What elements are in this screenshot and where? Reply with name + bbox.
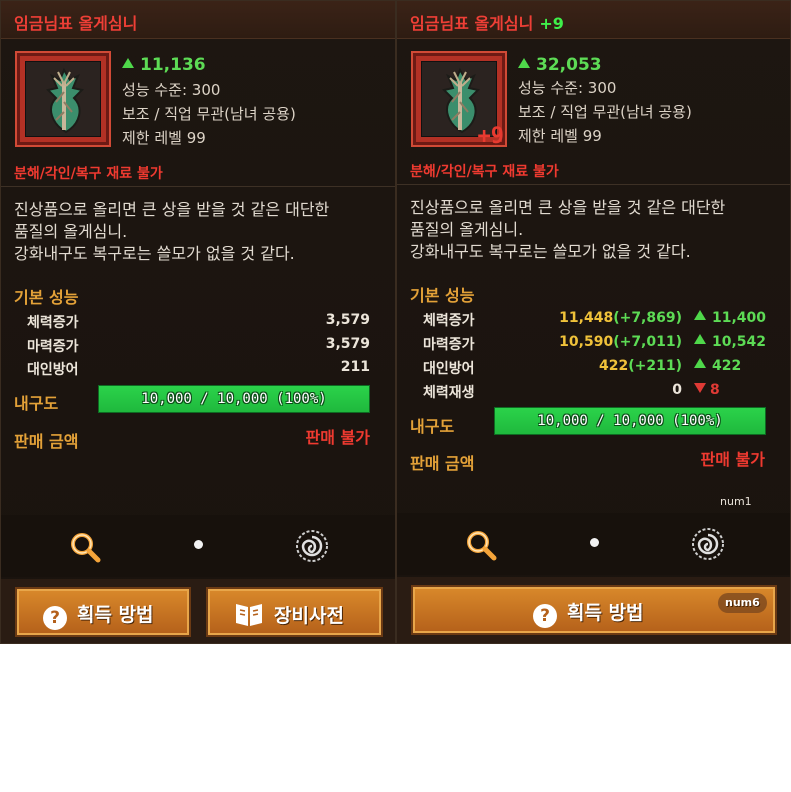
- description-line-3: 강화내구도 복구로는 쓸모가 없을 것 같다.: [410, 242, 691, 261]
- obtain-method-button[interactable]: ? 획득 방법: [15, 587, 191, 637]
- equipment-dictionary-button[interactable]: 장비사전: [206, 587, 383, 637]
- dot-icon: [194, 540, 203, 549]
- stat-name: 체력재생: [423, 385, 475, 401]
- stat-delta: 422: [694, 358, 741, 374]
- stat-delta: 8: [694, 382, 720, 398]
- stat-delta-value: 8: [710, 382, 720, 398]
- sell-price-value: 판매 불가: [700, 450, 765, 469]
- button-label: 획득 방법: [567, 602, 644, 624]
- item-tooltip-left: 임금님표 올게심니 11,136 성능 수준: 300 보조 / 직업 무관(남…: [0, 0, 396, 644]
- material-warning: 분해/각인/복구 재료 불가: [410, 164, 559, 180]
- item-type: 보조 / 직업 무관(남녀 공용): [122, 105, 296, 123]
- durability-text: 10,000 / 10,000 (100%): [537, 413, 723, 429]
- power-value: 32,053: [536, 55, 602, 75]
- sell-price-label: 판매 금액: [410, 454, 475, 473]
- button-label: 장비사전: [274, 605, 344, 627]
- title-name: 임금님표 올게심니: [410, 14, 534, 33]
- stat-delta-value: 10,542: [712, 334, 767, 350]
- divider: [1, 186, 395, 187]
- item-icon-frame: +9: [411, 51, 507, 149]
- stat-total: 11,448(+7,869): [559, 310, 682, 326]
- num1-label: num1: [720, 495, 752, 508]
- stat-total-value: 0: [672, 382, 682, 398]
- button-label: 획득 방법: [77, 604, 154, 626]
- leaf-item-icon: [25, 61, 101, 137]
- description-line-1: 진상품으로 올리면 큰 상을 받을 것 같은 대단한: [410, 198, 726, 217]
- stat-total: 0: [672, 382, 682, 398]
- book-icon: [236, 604, 262, 626]
- description-line-3: 강화내구도 복구로는 쓸모가 없을 것 같다.: [14, 244, 295, 263]
- stat-value: 3,579: [325, 312, 370, 328]
- obtain-method-button[interactable]: ? 획득 방법 num6: [411, 585, 777, 635]
- stat-total-value: 422: [599, 358, 629, 374]
- question-icon: ?: [43, 606, 67, 630]
- performance-level: 성능 수준: 300: [518, 79, 617, 97]
- stat-total: 422(+211): [599, 358, 682, 374]
- durability-text: 10,000 / 10,000 (100%): [141, 391, 327, 407]
- magnifier-icon[interactable]: [465, 529, 497, 561]
- description-line-2: 품질의 올게심니.: [14, 222, 128, 241]
- arrow-up-icon: [694, 358, 706, 368]
- swirl-icon[interactable]: [295, 529, 329, 563]
- stat-value: 211: [340, 359, 370, 375]
- arrow-up-icon: [518, 58, 530, 68]
- stat-total-value: 11,448: [559, 310, 614, 326]
- title-bar: 임금님표 올게심니 +9: [397, 1, 790, 39]
- stat-name: 대인방어: [27, 362, 79, 378]
- item-tooltip-right: 임금님표 올게심니 +9 +9 32,053 성능 수준: 300 보조 / 직업…: [396, 0, 791, 644]
- stat-name: 체력증가: [27, 315, 79, 331]
- description-line-1: 진상품으로 올리면 큰 상을 받을 것 같은 대단한: [14, 200, 330, 219]
- num6-label: num6: [718, 593, 767, 613]
- arrow-up-icon: [694, 310, 706, 320]
- stat-name: 마력증가: [423, 337, 475, 353]
- performance-level: 성능 수준: 300: [122, 81, 221, 99]
- item-title: 임금님표 올게심니 +9: [410, 10, 564, 34]
- basic-stats-title: 기본 성능: [14, 288, 79, 307]
- combat-power: 32,053: [518, 55, 602, 75]
- stat-bonus: (+7,869): [613, 310, 682, 326]
- durability-bar: 10,000 / 10,000 (100%): [494, 407, 766, 435]
- bottom-bar: ? 획득 방법 장비사전: [1, 579, 395, 643]
- question-icon: ?: [533, 604, 557, 628]
- durability-label: 내구도: [410, 417, 455, 436]
- stat-value: 3,579: [325, 336, 370, 352]
- bottom-bar: ? 획득 방법 num6: [397, 577, 790, 643]
- arrow-up-icon: [694, 334, 706, 344]
- description-line-2: 품질의 올게심니.: [410, 220, 524, 239]
- stat-delta: 11,400: [694, 310, 766, 326]
- stat-name: 마력증가: [27, 339, 79, 355]
- divider: [397, 184, 790, 185]
- title-enhance-level: +9: [539, 14, 564, 33]
- swirl-icon[interactable]: [691, 527, 725, 561]
- stat-name: 체력증가: [423, 313, 475, 329]
- stat-delta-value: 422: [712, 358, 742, 374]
- sell-price-value: 판매 불가: [305, 428, 370, 447]
- stat-bonus: (+211): [628, 358, 682, 374]
- durability-label: 내구도: [14, 394, 59, 413]
- stat-total: 10,590(+7,011): [559, 334, 682, 350]
- dot-icon: [590, 538, 599, 547]
- durability-bar: 10,000 / 10,000 (100%): [98, 385, 370, 413]
- stat-bonus: (+7,011): [613, 334, 682, 350]
- level-requirement: 제한 레벨 99: [518, 127, 602, 145]
- arrow-up-icon: [122, 58, 134, 68]
- stat-delta-value: 11,400: [712, 310, 767, 326]
- basic-stats-title: 기본 성능: [410, 286, 475, 305]
- item-icon-frame: [15, 51, 111, 147]
- combat-power: 11,136: [122, 55, 206, 75]
- item-type: 보조 / 직업 무관(남녀 공용): [518, 103, 692, 121]
- magnifier-icon[interactable]: [69, 531, 101, 563]
- level-requirement: 제한 레벨 99: [122, 129, 206, 147]
- enhance-badge: +9: [477, 124, 505, 149]
- item-title: 임금님표 올게심니: [14, 14, 138, 33]
- stat-total-value: 10,590: [559, 334, 614, 350]
- title-bar: 임금님표 올게심니: [1, 1, 395, 39]
- power-value: 11,136: [140, 55, 206, 75]
- arrow-down-icon: [694, 383, 706, 393]
- stat-delta: 10,542: [694, 334, 766, 350]
- sell-price-label: 판매 금액: [14, 432, 79, 451]
- stat-name: 대인방어: [423, 361, 475, 377]
- material-warning: 분해/각인/복구 재료 불가: [14, 166, 163, 182]
